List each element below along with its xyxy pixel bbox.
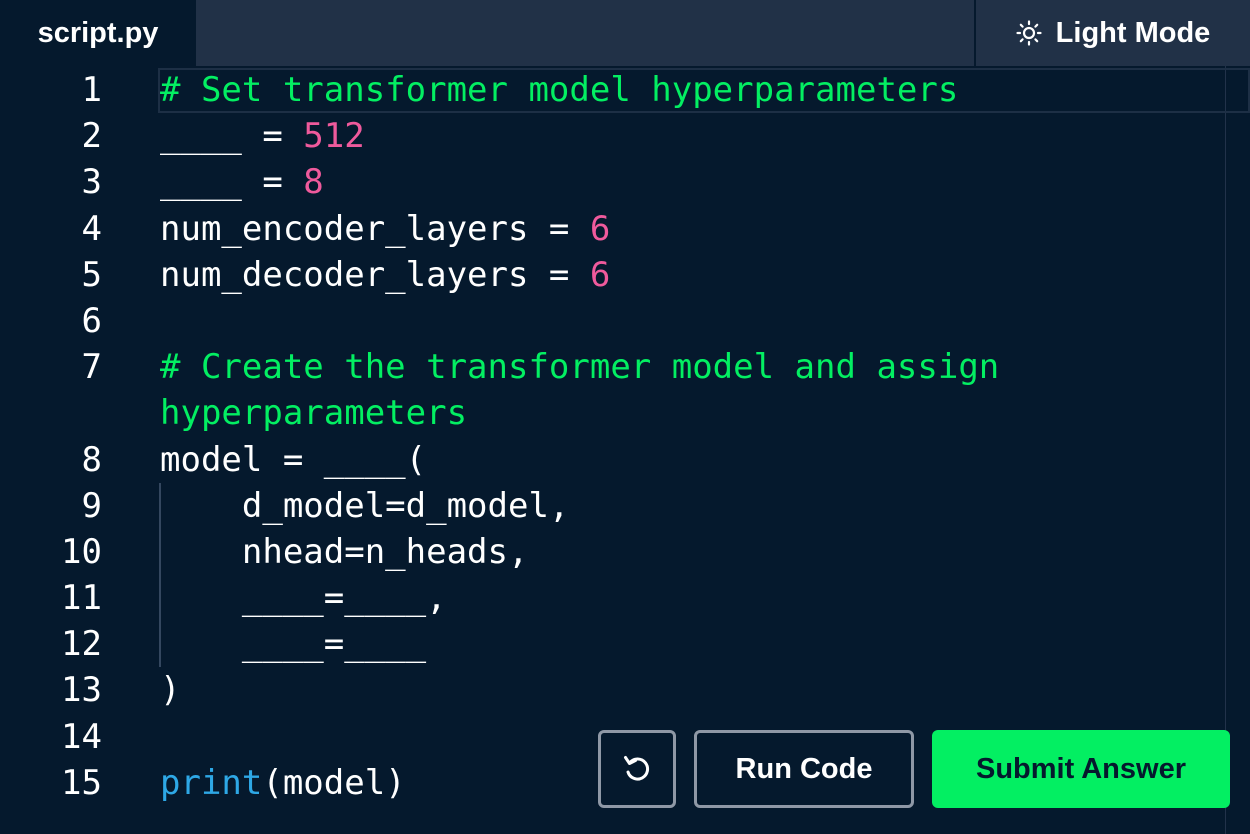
line-number: 5 xyxy=(81,255,102,295)
tab-script-py[interactable]: script.py xyxy=(0,0,196,66)
light-mode-toggle[interactable]: Light Mode xyxy=(976,0,1250,66)
number-literal: 6 xyxy=(589,255,611,295)
line-number: 8 xyxy=(81,440,102,480)
code-token: ____ = xyxy=(160,116,304,156)
submit-answer-button[interactable]: Submit Answer xyxy=(932,730,1230,808)
line-number: 13 xyxy=(61,670,102,710)
number-literal: 6 xyxy=(589,209,611,249)
line-number: 2 xyxy=(81,116,102,156)
number-literal: 8 xyxy=(303,162,324,202)
line-number: 10 xyxy=(61,532,102,572)
code-line-15[interactable]: print(model) xyxy=(160,760,406,806)
code-line-10[interactable]: nhead=n_heads, xyxy=(160,529,529,575)
line-number: 1 xyxy=(81,70,102,110)
run-code-button[interactable]: Run Code xyxy=(694,730,914,808)
code-line-7[interactable]: # Create the transformer model and assig… xyxy=(160,344,999,390)
code-line-3[interactable]: ____ = 8 xyxy=(160,159,324,205)
editor-scroll-edge xyxy=(1225,66,1226,834)
code-line-7-wrap[interactable]: hyperparameters xyxy=(160,390,467,436)
code-line-13[interactable]: ) xyxy=(160,667,180,713)
code-token: num_encoder_layers = xyxy=(160,209,590,249)
line-number: 9 xyxy=(81,486,102,526)
line-number: 3 xyxy=(81,162,102,202)
line-number: 11 xyxy=(61,578,102,618)
reset-icon xyxy=(624,756,650,781)
line-number: 15 xyxy=(61,763,102,803)
code-line-9[interactable]: d_model=d_model, xyxy=(160,483,570,529)
code-line-5[interactable]: num_decoder_layers = 6 xyxy=(160,252,610,298)
line-number: 12 xyxy=(61,624,102,664)
tab-bar: script.py Light Mode xyxy=(0,0,1250,66)
code-line-2[interactable]: ____ = 512 xyxy=(160,113,365,159)
reset-button[interactable] xyxy=(598,730,676,808)
code-line-8[interactable]: model = ____( xyxy=(160,437,426,483)
line-number: 7 xyxy=(81,347,102,387)
code-line-12[interactable]: ____=____ xyxy=(160,621,426,667)
line-number: 6 xyxy=(81,301,102,341)
code-line-4[interactable]: num_encoder_layers = 6 xyxy=(160,206,610,252)
sun-icon xyxy=(1016,20,1042,46)
line-number: 4 xyxy=(81,209,102,249)
code-line-11[interactable]: ____=____, xyxy=(160,575,447,621)
code-token: (model) xyxy=(262,763,406,803)
builtin-print: print xyxy=(160,763,263,803)
code-token: num_decoder_layers = xyxy=(160,255,590,295)
number-literal: 512 xyxy=(303,116,365,156)
line-number: 14 xyxy=(61,717,102,757)
code-token: ____ = xyxy=(160,162,304,202)
code-line-1[interactable]: # Set transformer model hyperparameters xyxy=(160,67,958,113)
light-mode-label: Light Mode xyxy=(1055,16,1211,49)
